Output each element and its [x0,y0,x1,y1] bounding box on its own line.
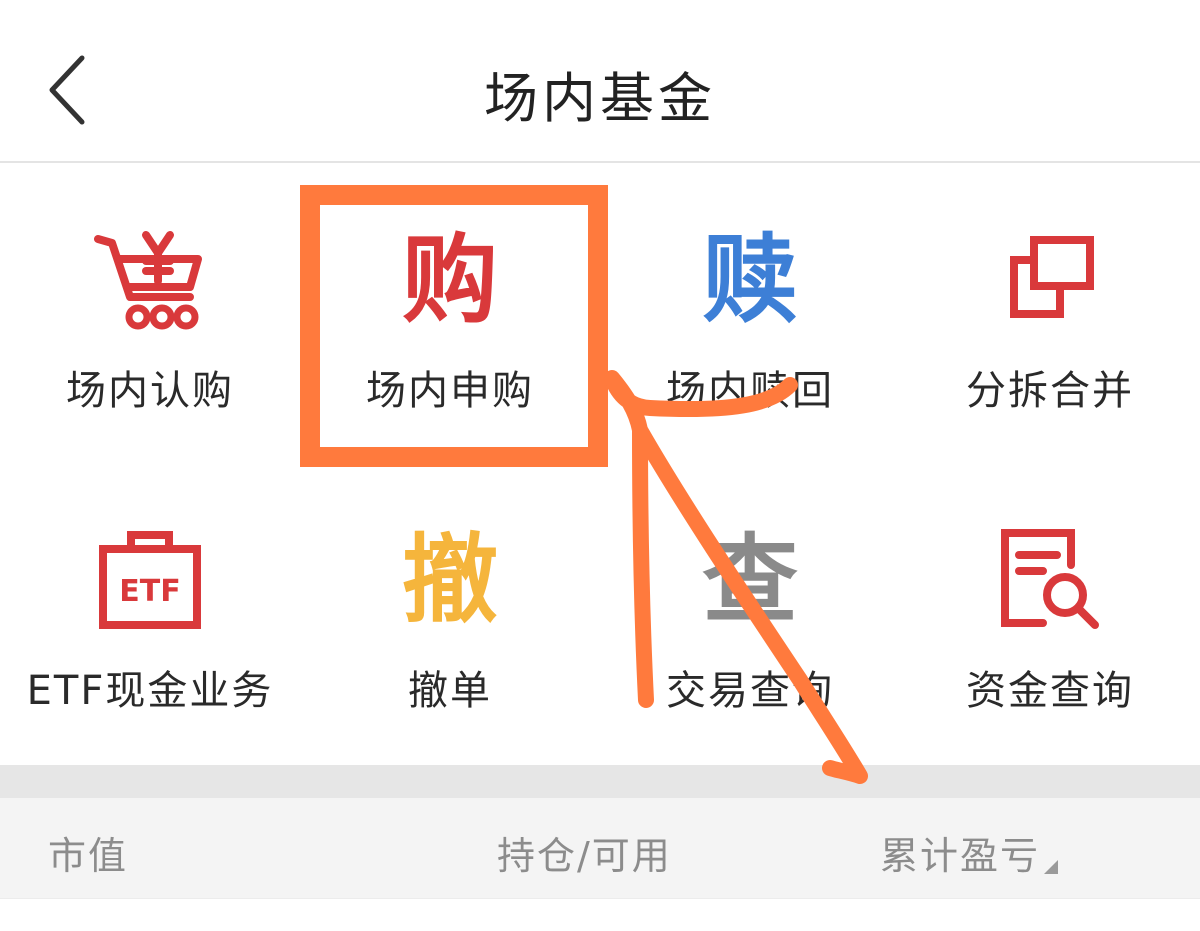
function-grid: 场内认购 购 场内申购 赎 场内赎回 分拆合并 ETF ETF现金业务 撤 撤单… [0,165,1200,765]
page-title: 场内基金 [484,67,716,130]
grid-item-etf-cash[interactable]: ETF ETF现金业务 [0,465,300,765]
column-position-available: 持仓/可用 [497,834,672,878]
grid-item-label: 场内赎回 [666,368,834,414]
gou-char-icon: 购 [402,224,498,336]
grid-item-fund-query[interactable]: 资金查询 [900,465,1200,765]
grid-item-label: 场内申购 [366,368,534,414]
etf-briefcase-icon: ETF [99,531,201,629]
cart-yen-icon [94,231,202,330]
grid-item-label: 交易查询 [666,668,834,714]
grid-item-purchase[interactable]: 购 场内申购 [300,165,600,465]
che-char-icon: 撤 [402,524,498,636]
nav-header: 场内基金 [0,0,1200,163]
grid-item-label: 资金查询 [966,668,1134,714]
grid-item-cancel-order[interactable]: 撤 撤单 [300,465,600,765]
split-merge-icon [1010,236,1094,318]
document-search-icon [1001,529,1099,629]
grid-item-label: 撤单 [408,668,492,714]
shu-char-icon: 赎 [702,224,798,336]
grid-item-subscribe[interactable]: 场内认购 [0,165,300,465]
grid-item-label: ETF现金业务 [26,668,274,714]
page: 场内基金 场内认购 购 场内申购 赎 场内赎回 分拆合并 ETF ETF现金业务… [0,0,1200,931]
grid-item-label: 场内认购 [66,368,234,414]
column-cumulative-pnl[interactable]: 累计盈亏 [880,825,1040,880]
etf-icon-text: ETF [119,574,180,609]
holdings-table-header: 市值 持仓/可用 累计盈亏 [0,798,1200,899]
grid-item-trade-query[interactable]: 查 交易查询 [600,465,900,765]
sort-indicator-icon [1044,860,1058,874]
grid-item-split-merge[interactable]: 分拆合并 [900,165,1200,465]
column-market-value: 市值 [48,834,129,878]
grid-item-redeem[interactable]: 赎 场内赎回 [600,165,900,465]
cha-char-icon: 查 [702,524,798,636]
section-separator [0,765,1200,798]
grid-item-label: 分拆合并 [966,368,1134,414]
